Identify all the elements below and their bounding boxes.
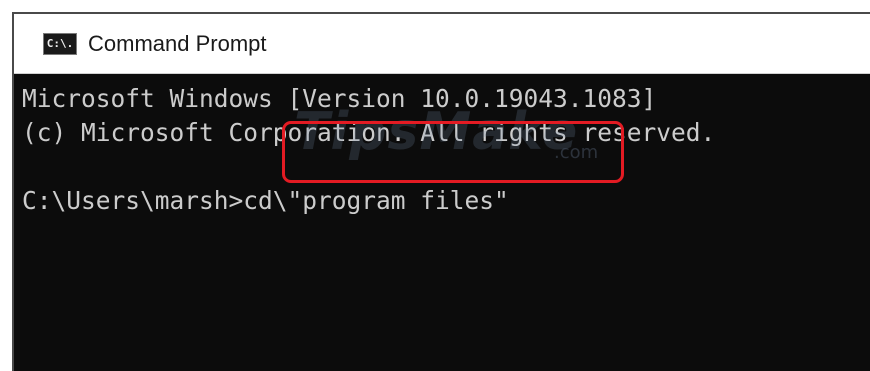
- console-line-copyright: (c) Microsoft Corporation. All rights re…: [22, 118, 716, 147]
- console-line-command[interactable]: C:\Users\marsh>cd\"program files": [22, 184, 509, 218]
- icon-label: C:\.: [46, 37, 74, 50]
- console-output[interactable]: Microsoft Windows [Version 10.0.19043.10…: [14, 74, 870, 371]
- command-prompt-icon: C:\.: [43, 32, 77, 55]
- window-title: Command Prompt: [88, 30, 267, 56]
- command-prompt-window[interactable]: C:\. Command Prompt Microsoft Windows [V…: [12, 12, 870, 371]
- console-line-version: Microsoft Windows [Version 10.0.19043.10…: [22, 84, 657, 113]
- title-bar[interactable]: C:\. Command Prompt: [14, 14, 870, 74]
